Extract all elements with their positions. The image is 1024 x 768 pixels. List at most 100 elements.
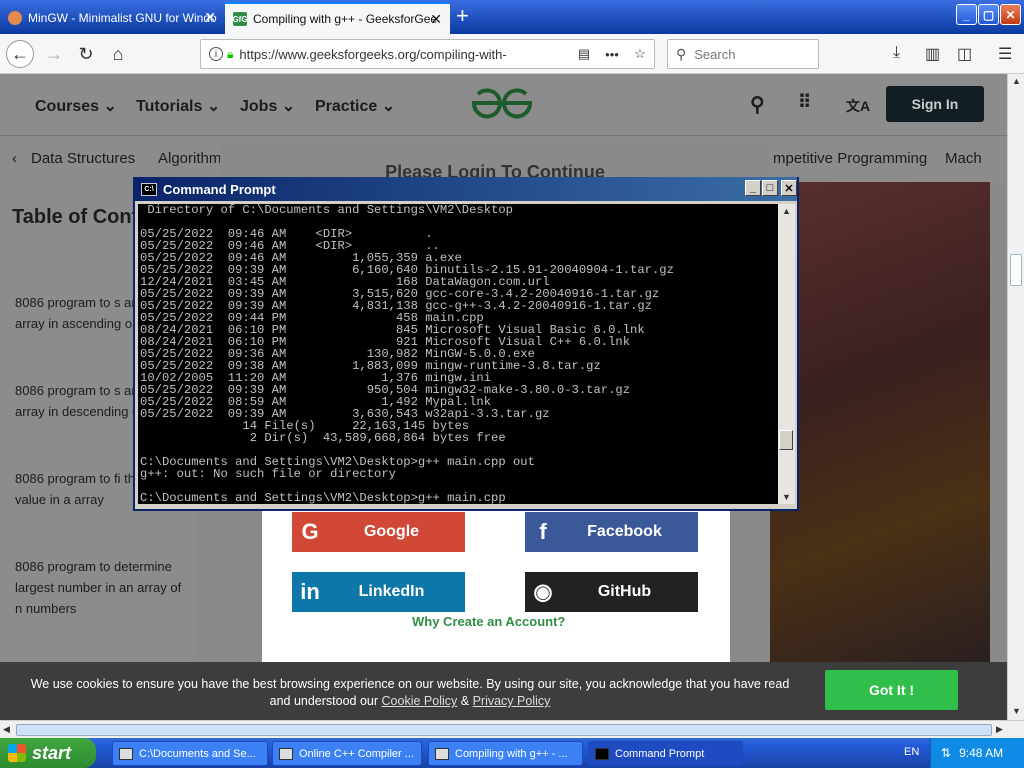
reload-button[interactable]: ↻ (72, 40, 100, 68)
cmd-console-output[interactable]: Directory of C:\Documents and Settings\V… (138, 204, 778, 504)
scroll-up-icon[interactable]: ▲ (782, 206, 791, 216)
why-create-account-link[interactable]: Why Create an Account? (412, 614, 565, 629)
taskbar-item-cmd[interactable]: Command Prompt (588, 741, 743, 766)
subnav-competitive-programming[interactable]: mpetitive Programming (773, 150, 927, 167)
accept-cookies-button[interactable]: Got It ! (825, 670, 958, 710)
windows-logo-icon (8, 744, 26, 762)
reader-view-icon[interactable]: ▤ (570, 46, 598, 62)
cmd-scrollbar[interactable]: ▲ ▼ (778, 204, 795, 504)
url-text[interactable]: https://www.geeksforgeeks.org/compiling-… (239, 47, 570, 62)
menu-practice[interactable]: Practice ⌄ (315, 96, 395, 116)
close-tab-icon[interactable]: ✕ (204, 10, 216, 24)
home-icon: ⌂ (112, 43, 124, 64)
language-indicator[interactable]: EN (904, 746, 919, 758)
taskbar: start C:\Documents and Se... Online C++ … (0, 738, 1024, 768)
translate-icon[interactable]: 文A (846, 96, 870, 116)
subnav-data-structures[interactable]: Data Structures (31, 150, 135, 167)
start-button[interactable]: start (0, 738, 96, 768)
taskbar-item-online-compiler[interactable]: Online C++ Compiler ... (272, 741, 422, 766)
mingw-favicon-icon (8, 11, 22, 25)
cmd-app-icon: C:\ (141, 182, 157, 196)
gfg-favicon-icon: GfG (232, 12, 248, 26)
scroll-left-icon[interactable]: ◀ (3, 724, 10, 735)
console-line: C:\Documents and Settings\VM2\Desktop>g+… (140, 491, 506, 504)
page-vertical-scrollbar[interactable]: ▲ ▼ (1007, 74, 1024, 720)
minimize-window-button[interactable]: _ (956, 4, 977, 25)
scroll-thumb[interactable] (1010, 254, 1022, 286)
scroll-down-icon[interactable]: ▼ (782, 492, 791, 502)
home-button[interactable]: ⌂ (104, 40, 132, 68)
tab-title: Compiling with g++ - GeeksforGee (253, 12, 438, 26)
subnav-algorithm[interactable]: Algorithm (158, 150, 221, 167)
network-icon[interactable]: ⇅ (941, 746, 951, 760)
tab-mingw[interactable]: MinGW - Minimalist GNU for Windo ✕ (0, 2, 224, 34)
cookie-text: We use cookies to ensure you have the be… (30, 677, 790, 708)
subnav-prev-icon[interactable]: ‹ (12, 150, 17, 167)
tab-title: MinGW - Minimalist GNU for Windo (28, 11, 217, 25)
tab-compiling-gpp[interactable]: GfG Compiling with g++ - GeeksforGee ✕ (225, 2, 450, 34)
browser-icon (279, 747, 293, 760)
bookmark-star-icon[interactable]: ☆ (626, 46, 654, 62)
menu-jobs[interactable]: Jobs ⌄ (240, 96, 295, 116)
cmd-close-button[interactable]: ✕ (781, 180, 797, 196)
page-horizontal-scrollbar[interactable]: ◀ ▶ (0, 720, 1024, 738)
cmd-minimize-button[interactable]: _ (745, 180, 761, 196)
taskbar-item-gfg[interactable]: Compiling with g++ - ... (428, 741, 583, 766)
cmd-title: Command Prompt (163, 181, 276, 197)
back-button[interactable]: ← (6, 40, 34, 68)
search-input[interactable]: ⚲ Search (667, 39, 819, 69)
search-placeholder: Search (694, 46, 736, 62)
github-icon: ◉ (533, 579, 553, 604)
maximize-window-button[interactable]: ▢ (978, 4, 999, 25)
linkedin-login-button[interactable]: in LinkedIn (292, 572, 465, 612)
download-icon[interactable]: ⤓ (893, 44, 900, 62)
folder-icon (119, 747, 133, 760)
menu-tutorials[interactable]: Tutorials ⌄ (136, 96, 220, 116)
gfg-logo[interactable] (470, 86, 534, 128)
scroll-up-icon[interactable]: ▲ (1012, 76, 1021, 86)
facebook-icon: f (539, 519, 547, 544)
cmd-title-bar[interactable]: C:\ Command Prompt _ □ ✕ (135, 177, 797, 201)
subnav-machine[interactable]: Mach (945, 150, 982, 167)
library-icon[interactable]: ▥ (925, 44, 940, 64)
gfg-header: Courses ⌄ Tutorials ⌄ Jobs ⌄ Practice ⌄ … (0, 74, 1007, 136)
apps-grid-icon[interactable]: ⠿ (798, 92, 811, 113)
console-line: 2 Dir(s) 43,589,668,864 bytes free (140, 431, 506, 445)
close-tab-icon[interactable]: ✕ (430, 12, 442, 26)
scroll-thumb[interactable] (779, 430, 793, 450)
console-line: g++: out: No such file or directory (140, 467, 396, 481)
system-tray: ⇅ 9:48 AM (930, 738, 1024, 768)
url-bar[interactable]: i 🔒︎ https://www.geeksforgeeks.org/compi… (200, 39, 655, 69)
linkedin-icon: in (300, 579, 320, 604)
cmd-maximize-button[interactable]: □ (762, 180, 778, 196)
scroll-thumb[interactable] (16, 724, 992, 736)
sidebar-icon[interactable]: ◫ (957, 44, 972, 64)
google-icon: G (301, 519, 319, 544)
cmd-icon (595, 747, 609, 760)
github-login-button[interactable]: ◉ GitHub (525, 572, 698, 612)
privacy-policy-link[interactable]: Privacy Policy (473, 694, 551, 708)
close-window-button[interactable]: ✕ (1000, 4, 1021, 25)
menu-courses[interactable]: Courses ⌄ (35, 96, 117, 116)
command-prompt-window[interactable]: C:\ Command Prompt _ □ ✕ Directory of C:… (133, 177, 799, 511)
info-icon[interactable]: i (209, 47, 223, 61)
clock[interactable]: 9:48 AM (959, 746, 1003, 760)
facebook-login-button[interactable]: f Facebook (525, 512, 698, 552)
google-login-button[interactable]: G Google (292, 512, 465, 552)
scroll-right-icon[interactable]: ▶ (996, 724, 1003, 735)
toc-item[interactable]: 8086 program to determine largest number… (15, 556, 185, 619)
reload-icon: ↻ (78, 43, 94, 64)
page-actions-icon[interactable]: ••• (598, 47, 626, 62)
forward-button[interactable]: → (40, 40, 68, 68)
search-icon[interactable]: ⚲ (750, 92, 765, 117)
cookie-policy-link[interactable]: Cookie Policy (382, 694, 458, 708)
arrow-left-icon: ← (11, 43, 29, 64)
browser-toolbar: ← → ↻ ⌂ i 🔒︎ https://www.geeksforgeeks.o… (0, 34, 1024, 74)
console-line: Directory of C:\Documents and Settings\V… (140, 204, 513, 217)
taskbar-item-explorer[interactable]: C:\Documents and Se... (112, 741, 268, 766)
advertisement-image[interactable] (770, 182, 990, 662)
scroll-down-icon[interactable]: ▼ (1012, 706, 1021, 716)
menu-icon[interactable]: ☰ (998, 44, 1012, 64)
sign-in-button[interactable]: Sign In (886, 86, 984, 122)
new-tab-button[interactable]: + (456, 4, 469, 28)
